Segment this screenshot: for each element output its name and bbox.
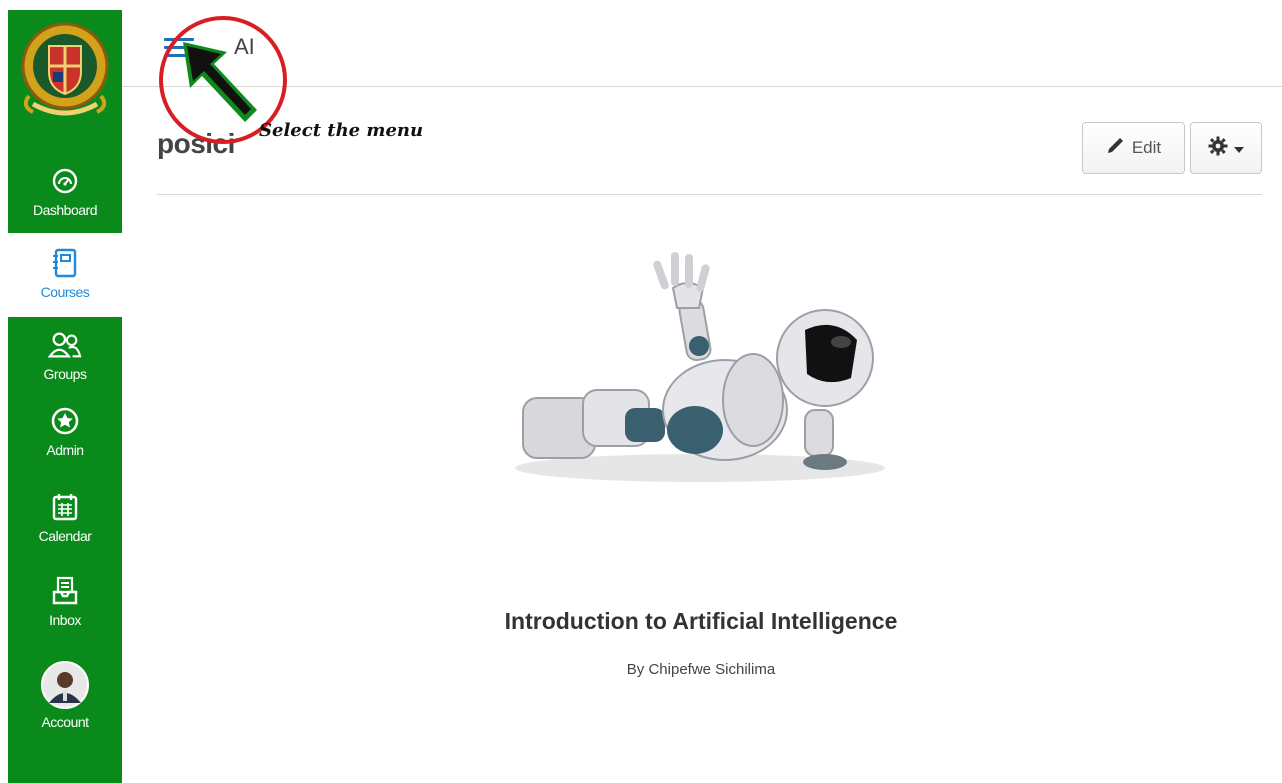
nav-item-label: Admin — [46, 442, 84, 458]
nav-item-admin[interactable]: Admin — [8, 404, 122, 458]
pencil-icon — [1106, 137, 1124, 160]
nav-item-courses[interactable]: Courses — [8, 246, 122, 300]
top-header: AI — [122, 0, 1282, 87]
nav-item-calendar[interactable]: Calendar — [8, 490, 122, 544]
courses-book-icon — [48, 246, 82, 280]
inbox-icon — [48, 574, 82, 608]
groups-people-icon — [48, 328, 82, 362]
nav-item-label: Account — [41, 714, 89, 730]
nav-item-groups[interactable]: Groups — [8, 328, 122, 382]
calendar-icon — [48, 490, 82, 524]
settings-dropdown-button[interactable] — [1190, 122, 1262, 174]
edit-button[interactable]: Edit — [1082, 122, 1185, 174]
course-author: By Chipefwe Sichilima — [626, 661, 776, 678]
nav-item-label: Calendar — [38, 528, 92, 544]
edit-label: Edit — [1131, 138, 1162, 157]
tutorial-caption: Select the menu — [259, 120, 424, 141]
dashboard-gauge-icon — [48, 164, 82, 198]
course-title: Introduction to Artificial Intelligence — [504, 608, 898, 634]
admin-shield-star-icon — [48, 404, 82, 438]
nav-item-dashboard[interactable]: Dashboard — [8, 164, 122, 218]
chevron-down-icon — [1234, 138, 1244, 158]
nav-item-label: Dashboard — [33, 202, 98, 218]
nav-item-label: Courses — [40, 284, 90, 300]
robot-illustration — [515, 252, 885, 482]
nav-item-label: Groups — [43, 366, 87, 382]
university-crest-icon[interactable] — [8, 12, 122, 124]
gear-icon — [1208, 136, 1228, 161]
